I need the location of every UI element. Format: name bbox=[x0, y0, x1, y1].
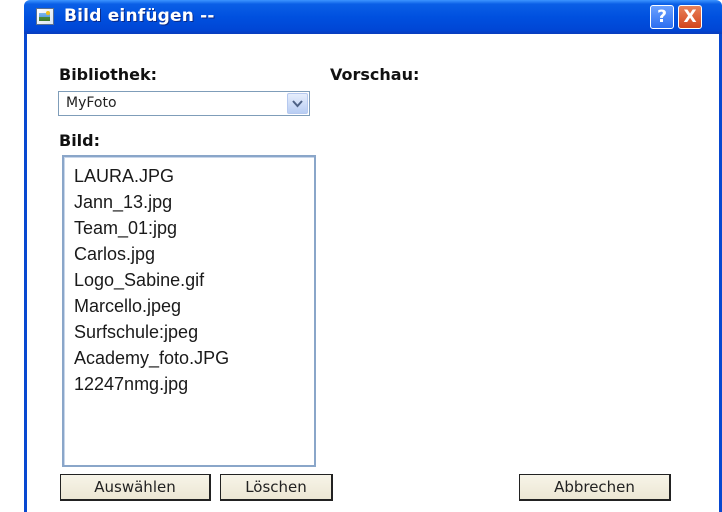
image-listbox[interactable]: LAURA.JPG Jann_13.jpg Team_01:jpg Carlos… bbox=[62, 155, 316, 467]
close-button[interactable]: X bbox=[678, 5, 702, 29]
library-select[interactable]: MyFoto bbox=[58, 91, 310, 116]
title-bar[interactable]: Bild einfügen -- ? X bbox=[24, 0, 722, 34]
preview-label: Vorschau: bbox=[330, 65, 420, 84]
cancel-button[interactable]: Abbrechen bbox=[519, 474, 671, 501]
dialog-body: Bibliothek: Vorschau: MyFoto Bild: LAURA… bbox=[27, 34, 719, 508]
insert-image-dialog: Bild einfügen -- ? X Bibliothek: Vorscha… bbox=[24, 0, 722, 512]
chevron-down-icon[interactable] bbox=[287, 93, 308, 114]
image-icon bbox=[36, 8, 54, 25]
list-item[interactable]: LAURA.JPG bbox=[74, 166, 174, 187]
list-item[interactable]: Team_01:jpg bbox=[74, 218, 177, 239]
list-item[interactable]: Surfschule:jpeg bbox=[74, 322, 198, 343]
list-item[interactable]: 12247nmg.jpg bbox=[74, 374, 188, 395]
list-item[interactable]: Marcello.jpeg bbox=[74, 296, 181, 317]
library-label: Bibliothek: bbox=[59, 65, 158, 84]
window-title: Bild einfügen -- bbox=[64, 6, 215, 26]
help-button[interactable]: ? bbox=[650, 5, 674, 29]
list-item[interactable]: Academy_foto.JPG bbox=[74, 348, 229, 369]
library-select-value: MyFoto bbox=[66, 95, 117, 111]
image-label: Bild: bbox=[59, 131, 101, 150]
list-item[interactable]: Carlos.jpg bbox=[74, 244, 155, 265]
delete-button[interactable]: Löschen bbox=[220, 474, 333, 501]
list-item[interactable]: Logo_Sabine.gif bbox=[74, 270, 204, 291]
list-item[interactable]: Jann_13.jpg bbox=[74, 192, 172, 213]
select-button[interactable]: Auswählen bbox=[60, 474, 211, 501]
